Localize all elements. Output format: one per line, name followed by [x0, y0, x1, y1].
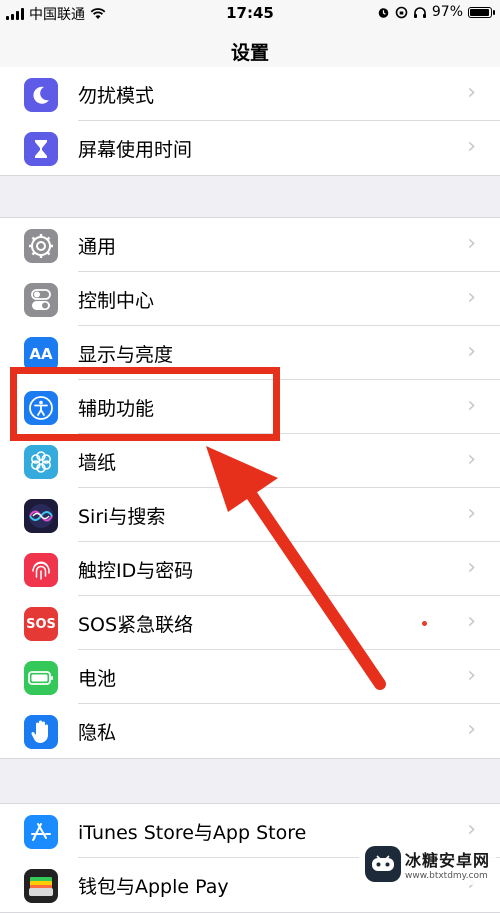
annotation-arrow — [206, 446, 386, 690]
watermark-text: 冰糖安卓网 — [404, 851, 490, 870]
watermark-url: www.btxtdmy.com — [404, 871, 488, 881]
watermark: 冰糖安卓网 www.btxtdmy.com — [358, 843, 496, 885]
watermark-logo-icon — [364, 846, 401, 882]
